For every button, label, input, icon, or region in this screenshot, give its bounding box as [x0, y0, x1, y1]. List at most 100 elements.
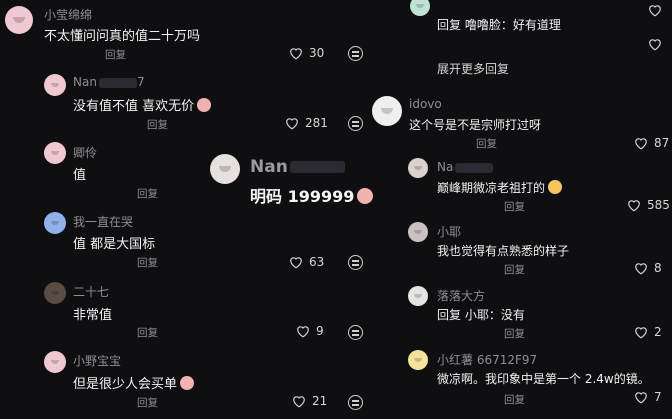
- comment-author[interactable]: 二十七: [73, 283, 109, 300]
- heart-icon: [628, 199, 640, 211]
- comment-author[interactable]: 小野宝宝: [73, 352, 121, 369]
- like-count: 585: [647, 198, 670, 212]
- heart-icon[interactable]: [648, 38, 662, 51]
- comment-item: 小红薯 66712F97 微凉啊。我印象中是第一个 2.4w的镜。 回复 7: [380, 344, 672, 419]
- avatar[interactable]: [5, 6, 33, 34]
- dislike-icon[interactable]: [348, 325, 363, 340]
- like-button[interactable]: 21: [292, 394, 327, 408]
- like-button[interactable]: 585: [627, 198, 670, 212]
- comment-text: 值: [73, 168, 87, 183]
- expand-more-replies[interactable]: 展开更多回复: [437, 60, 509, 77]
- comment-text: 我也觉得有点熟悉的样子: [437, 244, 570, 258]
- reply-button[interactable]: 回复: [476, 136, 497, 151]
- nested-reply: 回复 噜噜脸：好有道理 展开更多回复: [380, 0, 672, 90]
- dislike-icon[interactable]: [348, 46, 363, 61]
- avatar[interactable]: [372, 96, 402, 126]
- like-button[interactable]: 2: [634, 325, 662, 339]
- comment-author[interactable]: Nan 7: [73, 75, 145, 89]
- comment-text: 回复 小耶：没有: [437, 308, 525, 322]
- comment-text: 这个号是不是宗师打过呀: [409, 118, 542, 132]
- avatar[interactable]: [408, 222, 428, 242]
- overlay-text: 明码 199999: [250, 183, 374, 207]
- avatar[interactable]: [44, 351, 66, 373]
- comment-item: 我一直在哭 值 都是大国标 回复 63: [0, 206, 380, 276]
- like-count: 21: [312, 394, 328, 408]
- like-count: 8: [654, 261, 662, 275]
- reply-button[interactable]: 回复: [137, 325, 158, 340]
- avatar[interactable]: [410, 0, 430, 16]
- like-count: 2: [654, 325, 662, 339]
- reply-button[interactable]: 回复: [504, 262, 525, 277]
- comment-author[interactable]: 卿伶: [73, 144, 97, 161]
- comment-text: 微凉啊。我印象中是第一个 2.4w的镜。: [437, 372, 650, 386]
- avatar[interactable]: [44, 74, 66, 96]
- like-button[interactable]: 9: [296, 324, 324, 338]
- like-count: 30: [309, 46, 325, 60]
- overlay-comment: Nan 明码 199999: [210, 152, 400, 212]
- heart-icon: [635, 137, 647, 149]
- reply-to-text: 回复 噜噜脸：好有道理: [437, 18, 561, 32]
- comment-author[interactable]: 落落大方: [437, 287, 485, 304]
- reply-button[interactable]: 回复: [137, 395, 158, 410]
- comment-author[interactable]: 小莹绵绵: [44, 6, 92, 23]
- comment-text: 不太懂问问真的值二十万吗: [44, 29, 201, 44]
- redacted-mark: [455, 162, 494, 173]
- heart-icon: [290, 47, 302, 59]
- comment-author[interactable]: idovo: [409, 97, 442, 111]
- avatar[interactable]: [408, 158, 428, 178]
- heart-icon: [286, 117, 298, 129]
- dislike-icon[interactable]: [348, 255, 363, 270]
- avatar[interactable]: [408, 286, 428, 306]
- like-button[interactable]: 8: [634, 261, 662, 275]
- comment-item: 落落大方 回复 小耶：没有 回复 2: [380, 280, 672, 342]
- comment-item: Nan 7 没有值不值 喜欢无价 回复 281: [0, 70, 380, 138]
- like-count: 63: [309, 255, 325, 269]
- overlay-author: Nan: [250, 157, 345, 177]
- comment-item: 小野宝宝 但是很少人会买单 回复 21: [0, 344, 380, 419]
- heart-icon[interactable]: [648, 4, 662, 17]
- redacted-mark: [289, 161, 345, 173]
- like-button[interactable]: 63: [289, 255, 324, 269]
- emoji-icon: [548, 180, 563, 194]
- comment-author[interactable]: 小红薯 66712F97: [437, 351, 537, 368]
- like-button[interactable]: 87: [634, 136, 669, 150]
- heart-icon: [635, 262, 647, 274]
- like-count: 281: [305, 116, 328, 130]
- reply-button[interactable]: 回复: [504, 326, 525, 341]
- avatar[interactable]: [210, 154, 240, 184]
- heart-icon: [635, 391, 647, 403]
- dislike-icon[interactable]: [348, 116, 363, 131]
- reply-button[interactable]: 回复: [137, 255, 158, 270]
- reply-button[interactable]: 回复: [137, 186, 158, 201]
- like-count: 7: [654, 390, 662, 404]
- comment-text: 值 都是大国标: [73, 237, 156, 252]
- like-button[interactable]: 30: [289, 46, 324, 60]
- emoji-icon: [197, 98, 212, 112]
- comment-text: 非常值: [73, 308, 113, 323]
- like-button[interactable]: 7: [634, 390, 662, 404]
- comment-text: 没有值不值 喜欢无价: [73, 95, 212, 114]
- comment-author[interactable]: 小耶: [437, 223, 461, 240]
- reply-button[interactable]: 回复: [105, 47, 126, 62]
- like-button[interactable]: 281: [285, 116, 328, 130]
- reply-button[interactable]: 回复: [504, 199, 525, 214]
- avatar[interactable]: [44, 282, 66, 304]
- heart-icon: [635, 326, 647, 338]
- avatar[interactable]: [408, 350, 428, 370]
- emoji-icon: [357, 188, 374, 204]
- reply-button[interactable]: 回复: [147, 117, 168, 132]
- like-count: 87: [654, 136, 670, 150]
- avatar[interactable]: [44, 142, 66, 164]
- comment-author[interactable]: 我一直在哭: [73, 213, 133, 230]
- comment-item: 小耶 我也觉得有点熟悉的样子 回复 8: [380, 216, 672, 278]
- comment-item: 二十七 非常值 回复 9: [0, 276, 380, 344]
- redacted-mark: [98, 77, 137, 88]
- comment-text: 巅峰期微凉老祖打的: [437, 179, 563, 196]
- heart-icon: [293, 395, 305, 407]
- reply-button[interactable]: 回复: [504, 392, 525, 407]
- avatar[interactable]: [44, 212, 66, 234]
- dislike-icon[interactable]: [348, 395, 363, 410]
- right-comment-column: 回复 噜噜脸：好有道理 展开更多回复 idovo 这个号是不是宗师打过呀 回复 …: [372, 0, 672, 419]
- emoji-icon: [180, 376, 195, 390]
- comment-author[interactable]: Na: [437, 160, 494, 174]
